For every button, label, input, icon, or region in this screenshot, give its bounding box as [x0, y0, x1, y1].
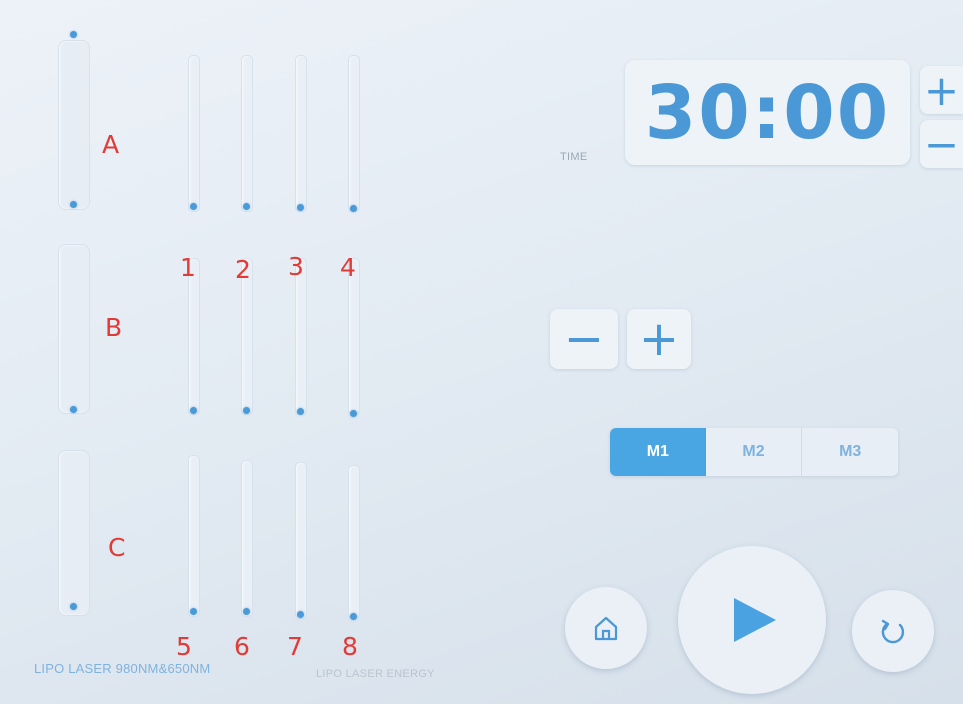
- zone-label-a: A: [102, 130, 120, 159]
- home-icon: [594, 616, 618, 641]
- mode-m1-button[interactable]: M1: [610, 428, 706, 476]
- channel-7-slider[interactable]: [295, 462, 307, 619]
- device-screen: A B C 1 2 3 4 5 6 7 8 LIPO LASER 980NM&6…: [0, 0, 963, 704]
- channel-number-5: 5: [176, 632, 192, 661]
- reset-button[interactable]: [852, 590, 934, 672]
- zone-label-b: B: [105, 313, 123, 342]
- plus-icon: +: [923, 65, 960, 115]
- channel-2-slider[interactable]: [241, 55, 253, 212]
- channel-7-handle[interactable]: [297, 611, 304, 618]
- channel-2-handle[interactable]: [243, 203, 250, 210]
- channel-8-handle[interactable]: [350, 613, 357, 620]
- time-decrease-button[interactable]: −: [920, 119, 963, 169]
- zone-a-slider-top-handle[interactable]: [70, 31, 77, 38]
- channel-1-slider[interactable]: [188, 55, 200, 212]
- channel-b3-handle[interactable]: [297, 408, 304, 415]
- channel-5-handle[interactable]: [190, 608, 197, 615]
- energy-decrease-button[interactable]: −: [550, 309, 618, 369]
- channel-b2-handle[interactable]: [243, 407, 250, 414]
- zone-b-slider-handle[interactable]: [70, 406, 77, 413]
- channel-6-handle[interactable]: [243, 608, 250, 615]
- channel-b4-handle[interactable]: [350, 410, 357, 417]
- channel-number-8: 8: [342, 632, 358, 661]
- channel-number-7: 7: [287, 632, 303, 661]
- refresh-icon: [881, 619, 905, 644]
- channel-b3-slider[interactable]: [295, 258, 307, 415]
- time-value: 30:00: [644, 69, 891, 156]
- channel-number-4: 4: [340, 253, 356, 282]
- play-button[interactable]: [678, 546, 826, 694]
- play-icon: [734, 598, 776, 642]
- channel-1-handle[interactable]: [190, 203, 197, 210]
- time-increase-button[interactable]: +: [920, 65, 963, 115]
- channel-number-3: 3: [288, 252, 304, 281]
- plus-icon: +: [638, 311, 680, 367]
- energy-increase-button[interactable]: +: [627, 309, 691, 369]
- minus-icon: −: [563, 311, 605, 367]
- channel-number-6: 6: [234, 632, 250, 661]
- lipo-laser-caption: LIPO LASER 980NM&650NM: [34, 661, 211, 676]
- channel-b1-handle[interactable]: [190, 407, 197, 414]
- mode-m3-button[interactable]: M3: [801, 428, 898, 476]
- channel-3-handle[interactable]: [297, 204, 304, 211]
- channel-4-handle[interactable]: [350, 205, 357, 212]
- channel-4-slider[interactable]: [348, 55, 360, 212]
- channel-8-slider[interactable]: [348, 465, 360, 619]
- channel-number-1: 1: [180, 253, 196, 282]
- lipo-laser-energy-caption: LIPO LASER ENERGY: [316, 668, 435, 680]
- zone-c-slider[interactable]: [58, 450, 90, 616]
- mode-m2-button[interactable]: M2: [706, 428, 802, 476]
- zone-a-slider-bottom-handle[interactable]: [70, 201, 77, 208]
- minus-icon: −: [923, 119, 960, 169]
- time-label: TIME: [560, 151, 588, 163]
- channel-3-slider[interactable]: [295, 55, 307, 212]
- zone-label-c: C: [108, 533, 126, 562]
- zone-c-slider-handle[interactable]: [70, 603, 77, 610]
- channel-5-slider[interactable]: [188, 455, 200, 617]
- channel-6-slider[interactable]: [241, 460, 253, 617]
- zone-a-slider[interactable]: [58, 40, 90, 210]
- zone-b-slider[interactable]: [58, 244, 90, 414]
- home-button[interactable]: [565, 587, 647, 669]
- channel-number-2: 2: [235, 255, 251, 284]
- time-display: 30:00: [625, 60, 910, 165]
- mode-selector: M1 M2 M3: [610, 428, 898, 476]
